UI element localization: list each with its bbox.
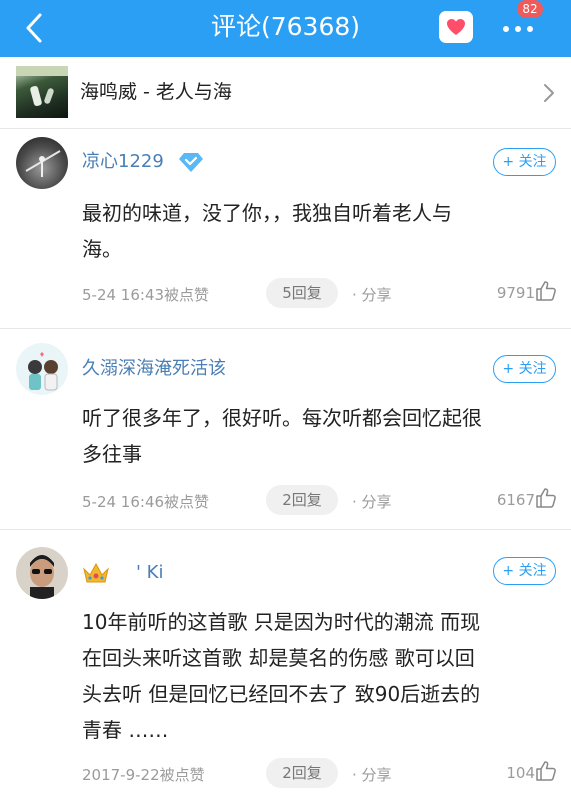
notification-badge: 82 [517,0,543,18]
comment-text: 最初的味道，没了你，，我独自听着老人与 海。 [82,201,452,261]
comment-item: ' Ki + 关注 10年前听的这首歌 只是因为时代的潮流 而现 在回头来听这首… [0,531,571,794]
more-options-icon[interactable] [499,14,543,44]
reply-button[interactable]: 2回复 [266,485,338,515]
comment-time: 5-24 16:43被点赞 [82,286,210,304]
comment-text: 听了很多年了，很好听。每次听都会回忆起很 多往事 [82,406,482,466]
heart-icon [447,19,465,35]
avatar[interactable] [16,547,68,599]
comment-item: 久溺深海淹死活该 + 关注 听了很多年了，很好听。每次听都会回忆起很 多往事 5… [0,330,571,530]
comment-text: 10年前听的这首歌 只是因为时代的潮流 而现 在回头来听这首歌 却是莫名的伤感 … [82,610,481,742]
comment-username[interactable]: 久溺深海淹死活该 [82,356,226,382]
avatar[interactable] [16,343,68,395]
album-cover-image [16,66,68,118]
follow-button[interactable]: + 关注 [493,355,556,383]
share-button[interactable]: · 分享 [352,764,392,785]
comment-item: 凉心1229 + 关注 最初的味道，没了你，，我独自听着老人与 海。 5-24 … [0,130,571,329]
follow-button[interactable]: + 关注 [493,557,556,585]
comment-time: 5-24 16:46被点赞 [82,493,210,511]
reply-button[interactable]: 2回复 [266,758,338,788]
song-title: 海鸣威 - 老人与海 [80,81,232,103]
reply-button[interactable]: 5回复 [266,278,338,308]
avatar[interactable] [16,137,68,189]
comment-username[interactable]: 凉心1229 [82,149,164,175]
page-title: 评论(76368) [210,12,361,41]
comment-meta: 5-24 16:46被点赞 2回复 · 分享 6167 [82,485,557,515]
diamond-badge-icon [179,153,203,172]
title-bar: 评论(76368) 82 [0,0,571,57]
thumbs-up-icon[interactable] [535,487,557,509]
thumbs-up-icon[interactable] [535,760,557,782]
comment-meta: 5-24 16:43被点赞 5回复 · 分享 9791 [82,278,557,308]
crown-icon [83,562,109,583]
like-count: 9791 [496,284,535,302]
chevron-right-icon [544,84,554,102]
comment-username[interactable]: ' Ki [136,560,163,586]
like-count: 6167 [496,491,535,509]
song-info-bar[interactable]: 海鸣威 - 老人与海 [0,57,571,129]
share-button[interactable]: · 分享 [352,491,392,512]
thumbs-up-icon[interactable] [535,280,557,302]
follow-button[interactable]: + 关注 [493,148,556,176]
comment-meta: 2017-9-22被点赞 2回复 · 分享 104 [82,758,557,788]
like-count: 104 [506,764,535,782]
heart-button[interactable] [439,11,473,43]
share-button[interactable]: · 分享 [352,284,392,305]
comment-time: 2017-9-22被点赞 [82,766,205,784]
